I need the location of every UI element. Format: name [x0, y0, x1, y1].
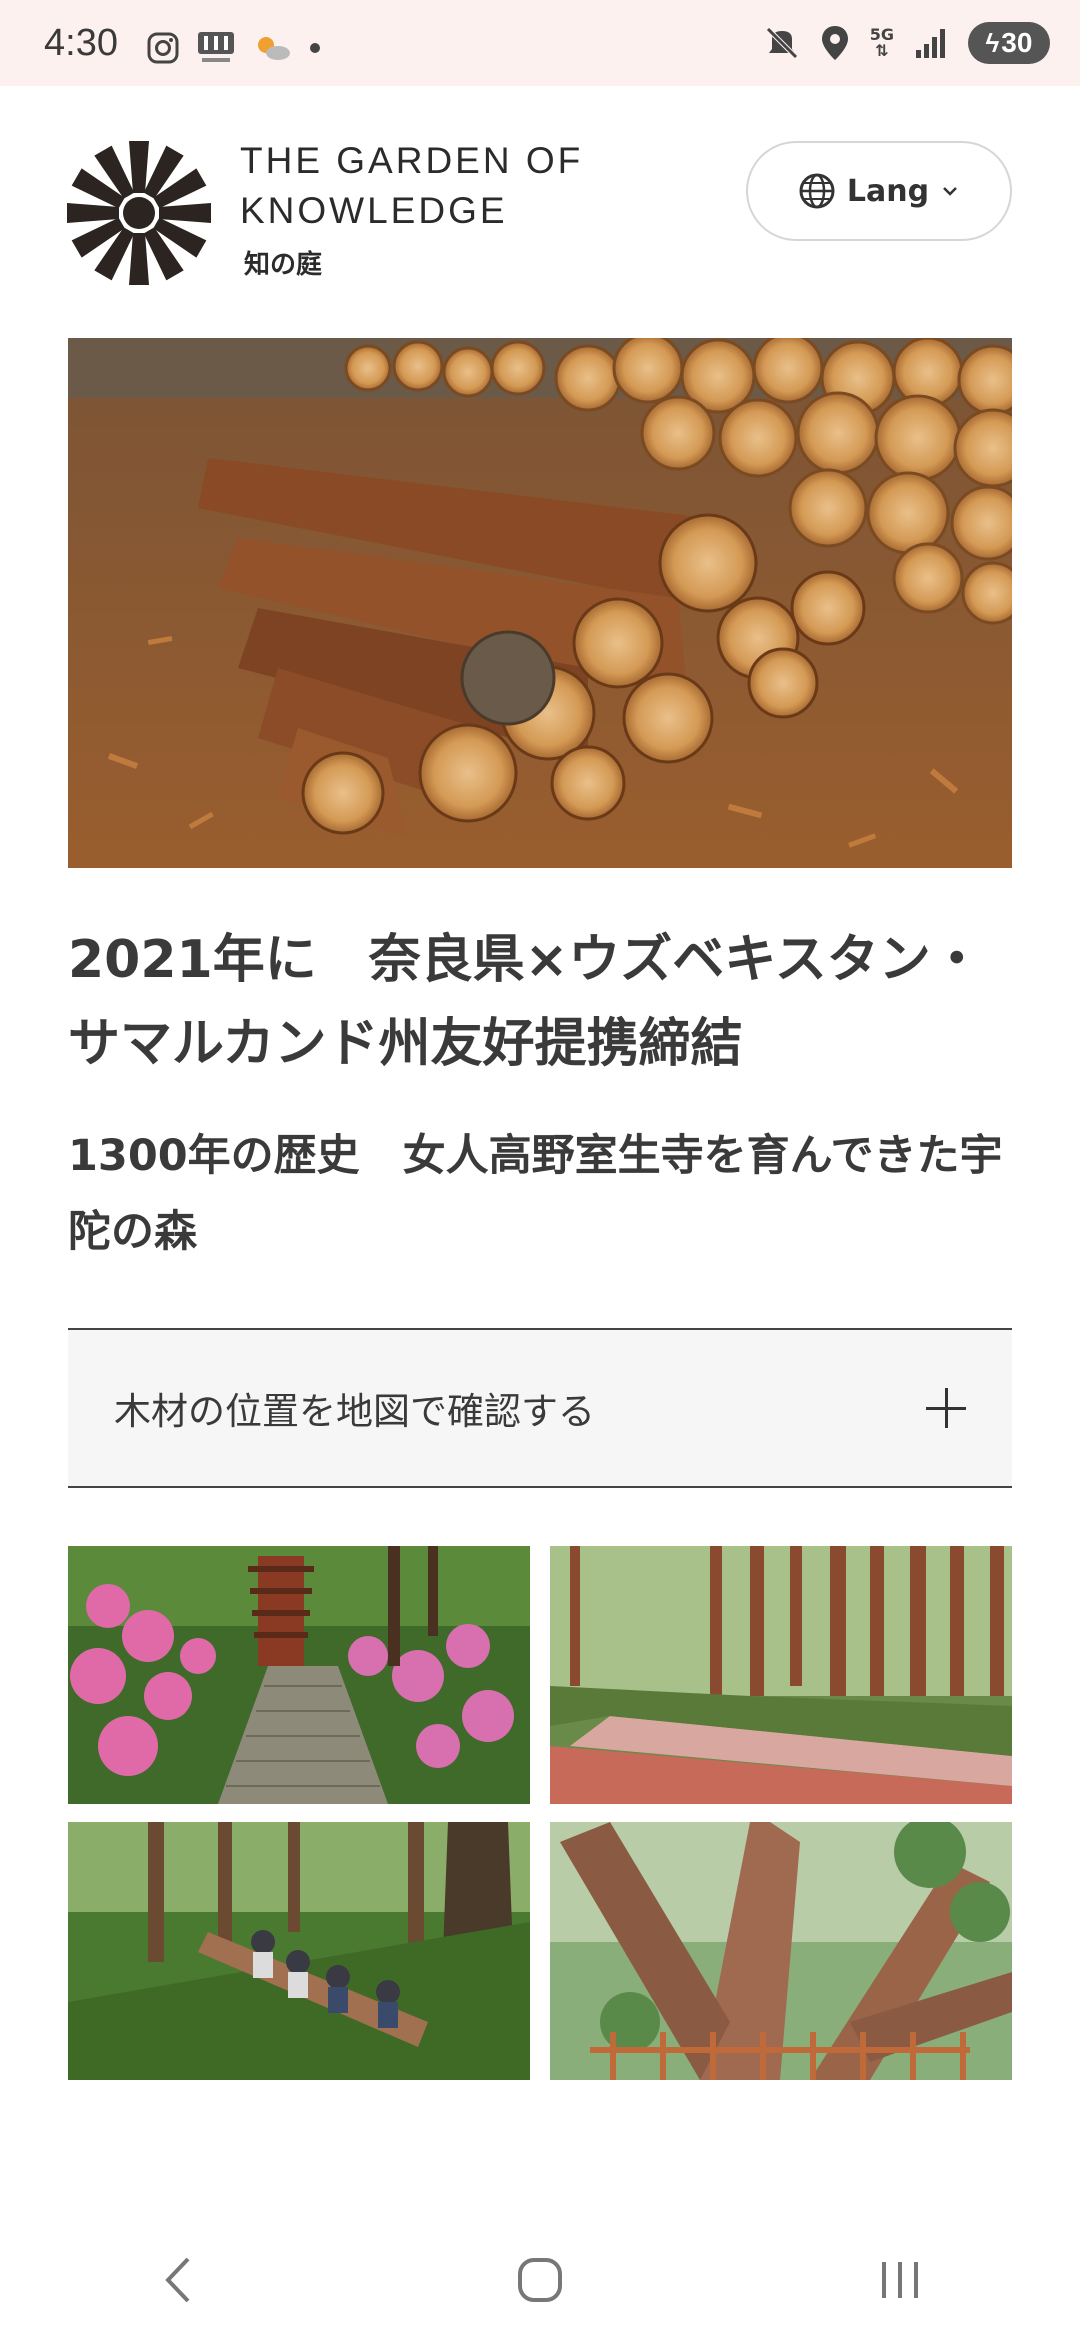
photo-temple-pagoda[interactable] — [68, 1546, 530, 1804]
status-bar: 4:30 5G ⇅ ϟ 30 — [0, 0, 1080, 86]
brand-subtitle: 知の庭 — [244, 250, 323, 280]
status-time: 4:30 — [44, 22, 118, 64]
back-button[interactable] — [110, 2240, 250, 2320]
location-icon — [821, 26, 848, 60]
back-icon — [165, 2257, 190, 2303]
language-label: Lang — [846, 173, 930, 209]
brand-title[interactable]: THE GARDEN OF KNOWLEDGE — [240, 136, 600, 236]
photo-giant-cedar[interactable] — [550, 1822, 1012, 2080]
photo-grid — [68, 1546, 1012, 2080]
garden-logo-icon[interactable] — [66, 140, 212, 286]
photo-cedar-road[interactable] — [550, 1546, 1012, 1804]
home-icon — [518, 2258, 562, 2302]
hero-logs-image — [68, 338, 1012, 868]
article-title: 2021年に 奈良県×ウズベキスタン・サマルカンド州友好提携締結 — [68, 930, 983, 1074]
battery-level: 30 — [1001, 27, 1033, 58]
battery-icon: ϟ 30 — [968, 22, 1050, 64]
site-header: THE GARDEN OF KNOWLEDGE 知の庭 Lang — [0, 86, 1080, 316]
chevron-down-icon — [943, 187, 957, 196]
recents-button[interactable] — [830, 2240, 970, 2320]
home-button[interactable] — [470, 2240, 610, 2320]
notification-icons — [146, 28, 322, 68]
system-nav-bar — [0, 2220, 1080, 2340]
signal-icon — [916, 29, 945, 58]
dot-icon — [310, 43, 320, 53]
system-icons: 5G ⇅ ϟ 30 — [764, 20, 1050, 66]
globe-icon — [799, 173, 835, 209]
article-subtitle: 1300年の歴史 女人高野室生寺を育んできた宇陀の森 — [68, 1131, 1003, 1257]
plus-icon[interactable] — [926, 1388, 966, 1428]
photo-forest-workers[interactable] — [68, 1822, 530, 2080]
mute-icon — [765, 27, 798, 59]
map-accordion[interactable]: 木材の位置を地図で確認する — [68, 1328, 1012, 1488]
recents-icon — [882, 2262, 918, 2298]
data-arrows-icon: ⇅ — [875, 41, 889, 60]
network-type: 5G ⇅ — [870, 27, 894, 59]
map-accordion-label: 木材の位置を地図で確認する — [114, 1390, 595, 1433]
language-button[interactable]: Lang — [746, 141, 1012, 241]
rakuma-icon — [198, 32, 234, 62]
instagram-icon — [147, 32, 179, 64]
charging-bolt-icon: ϟ — [985, 27, 1000, 58]
weather-icon — [258, 37, 290, 60]
